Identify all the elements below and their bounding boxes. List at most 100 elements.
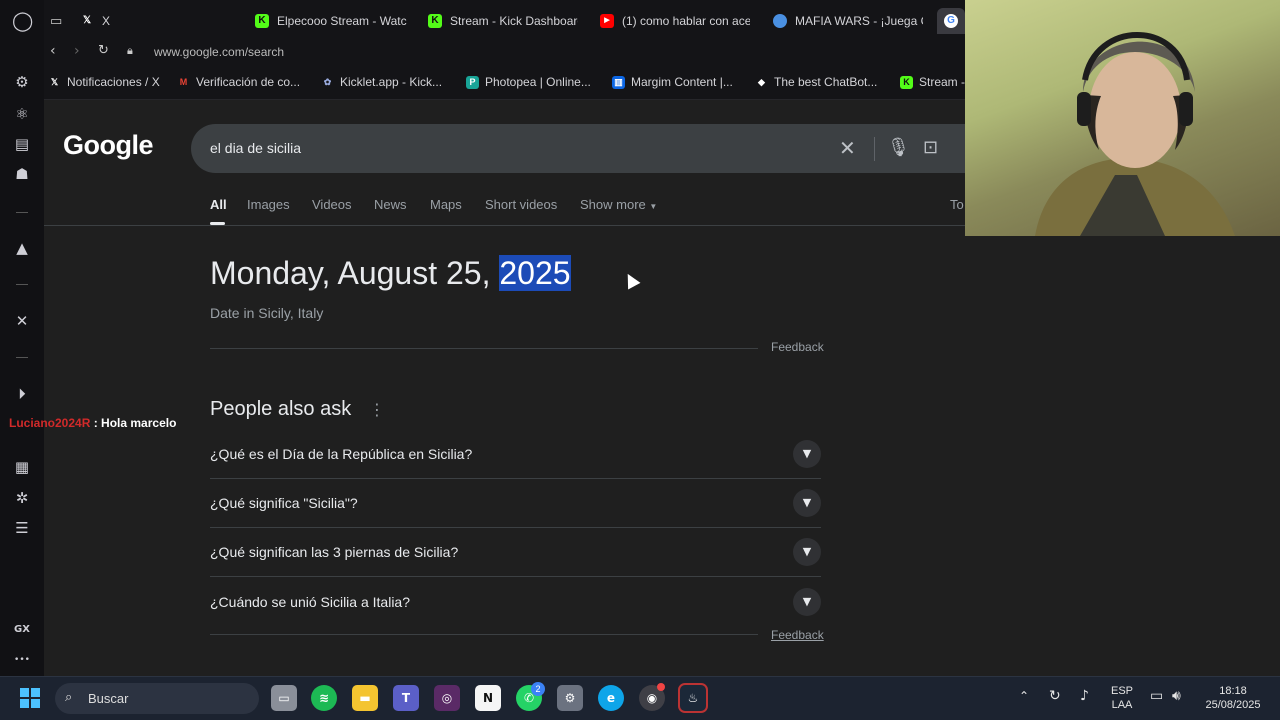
workspaces-icon: ▭ — [50, 13, 63, 29]
language-indicator[interactable]: ESP LAA — [1108, 684, 1136, 712]
paa-feedback-link[interactable]: Feedback — [771, 628, 824, 642]
taskbar-search-input[interactable]: Buscar — [88, 691, 128, 706]
tab-kick-dashboard[interactable]: K Stream - Kick Dashboard — [428, 8, 578, 34]
bookmark-chatbot[interactable]: ◆ The best ChatBot... — [755, 75, 877, 89]
date-answer: Monday, August 25, 2025 — [210, 255, 571, 292]
tab-x[interactable]: 𝕏 X — [80, 8, 120, 34]
bookmark-margim[interactable]: ▥ Margim Content |... — [612, 75, 733, 89]
opera-logo-icon[interactable]: ◯ — [12, 11, 33, 31]
url-field[interactable]: www.google.com/search — [154, 45, 284, 59]
speed-dial-icon[interactable]: ⚛ — [12, 104, 32, 124]
stream-chat-message: Luciano2024R : Hola marcelo — [9, 416, 176, 430]
google-logo[interactable]: Google — [63, 130, 154, 161]
forward-icon[interactable]: › — [74, 43, 80, 59]
twitch-icon[interactable]: ☗ — [12, 164, 32, 184]
tab-label: (1) como hablar con ace — [622, 14, 750, 28]
tab-label: X — [102, 14, 111, 28]
paa-question[interactable]: ¿Qué significan las 3 piernas de Sicilia… — [210, 528, 821, 577]
tab-videos[interactable]: Videos — [312, 197, 352, 212]
microphone-icon[interactable]: 🎙︎ — [887, 138, 910, 158]
volume-icon[interactable]: 🔊︎ — [1172, 688, 1181, 704]
tab-youtube[interactable]: ▶ (1) como hablar con ace — [600, 8, 750, 34]
camera-search-icon[interactable]: ⊡ — [923, 138, 938, 158]
tab-google[interactable]: G — [937, 8, 965, 34]
tab-short-videos[interactable]: Short videos — [485, 197, 557, 212]
paa-question[interactable]: ¿Qué es el Día de la República en Sicili… — [210, 430, 821, 479]
paa-divider — [210, 634, 758, 635]
file-explorer-icon[interactable]: ▬ — [352, 685, 378, 711]
tab-elpecooo-stream[interactable]: K Elpecooo Stream - Watc — [255, 8, 415, 34]
date-answer-subtitle: Date in Sicily, Italy — [210, 305, 324, 321]
tab-news[interactable]: News — [374, 197, 407, 212]
opera-gx-icon[interactable]: ◎ — [434, 685, 460, 711]
tab-mafia-wars[interactable]: MAFIA WARS - ¡Juega G — [773, 8, 923, 34]
google-icon: G — [944, 14, 958, 28]
mods-icon[interactable]: ✲ — [12, 488, 32, 508]
sidebar-more-icon[interactable]: ••• — [12, 650, 32, 670]
bookmark-kicklet[interactable]: ✿ Kicklet.app - Kick... — [321, 75, 442, 89]
sidebar-separator — [16, 357, 28, 358]
sidebar-separator — [16, 212, 28, 213]
taskbar-search[interactable]: ⌕ Buscar — [55, 683, 259, 714]
paa-question[interactable]: ¿Cuándo se unió Sicilia a Italia? ▼ — [210, 578, 821, 627]
answer-divider — [210, 348, 758, 349]
paa-question-text: ¿Qué significa "Sicilia"? — [210, 495, 358, 511]
notion-icon[interactable]: N — [475, 685, 501, 711]
search-divider — [874, 137, 875, 161]
bookmark-label: The best ChatBot... — [774, 75, 878, 89]
map-icon[interactable]: ▦ — [12, 457, 32, 477]
tab-tools[interactable]: To — [950, 197, 964, 212]
kick-sidebar-icon[interactable]: ▲ — [12, 238, 32, 258]
search-box[interactable]: el dia de sicilia ✕ 🎙︎ ⊡ — [191, 124, 981, 173]
spotify-icon[interactable]: ≋ — [311, 685, 337, 711]
kicklet-icon: ✿ — [323, 76, 332, 87]
microphone-tray-icon[interactable]: ♪ — [1080, 688, 1089, 704]
chevron-down-icon[interactable]: ▼ — [793, 588, 821, 616]
chevron-up-icon[interactable]: ⌃ — [1019, 689, 1029, 703]
clock[interactable]: 18:18 25/08/2025 — [1200, 684, 1266, 712]
bookmark-stream[interactable]: K Stream - — [900, 75, 965, 89]
settings-icon[interactable]: ⚙ — [557, 685, 583, 711]
bookmark-photopea[interactable]: P Photopea | Online... — [466, 75, 591, 89]
gx-label[interactable]: GX — [12, 620, 32, 640]
chevron-down-icon[interactable]: ▼ — [793, 440, 821, 468]
news-icon[interactable]: ▤ — [12, 134, 32, 154]
bookmark-label: Photopea | Online... — [485, 75, 591, 89]
search-input[interactable]: el dia de sicilia — [210, 140, 301, 156]
gx-control-icon[interactable]: ⚙ — [12, 72, 32, 92]
answer-feedback-link[interactable]: Feedback — [771, 340, 824, 354]
tab-bar: ▭ 𝕏 X K Elpecooo Stream - Watc K Stream … — [44, 0, 965, 40]
windows-taskbar: ⌕ Buscar ▭ ≋ ▬ T ◎ N ✆ 2 ⚙ e ◉ ♨ ⌃ ↻ ♪ E… — [0, 676, 1280, 720]
tab-show-more[interactable]: Show more ▼ — [580, 197, 657, 212]
chatbot-icon: ◆ — [758, 76, 765, 87]
reload-icon[interactable]: ↻ — [98, 43, 109, 58]
file-manager-icon[interactable]: ▭ — [271, 685, 297, 711]
clear-search-icon[interactable]: ✕ — [839, 138, 856, 158]
history-icon[interactable]: ☰ — [12, 518, 32, 538]
webcam-overlay — [965, 0, 1280, 236]
bookmark-notificaciones-x[interactable]: 𝕏 Notificaciones / X — [48, 75, 160, 89]
paa-question[interactable]: ¿Qué significa "Sicilia"? ▼ — [210, 479, 821, 528]
address-bar: ‹ › ↻ 🔒︎ www.google.com/search — [44, 40, 965, 66]
network-icon[interactable]: ▭ — [1150, 688, 1163, 704]
windows-start-icon[interactable] — [20, 688, 40, 708]
player-icon[interactable]: ⏵ — [12, 384, 32, 404]
teams-icon[interactable]: T — [393, 685, 419, 711]
bookmark-verificacion[interactable]: M Verificación de co... — [177, 75, 300, 89]
tab-workspaces[interactable]: ▭ — [50, 8, 62, 34]
edge-icon[interactable]: e — [598, 685, 624, 711]
tab-maps[interactable]: Maps — [430, 197, 462, 212]
sync-icon[interactable]: ↻ — [1049, 688, 1061, 704]
keyboard-layout: LAA — [1111, 699, 1133, 711]
more-options-icon[interactable]: ⋮ — [369, 400, 385, 419]
browser-sidebar: ◯ ⚙ ⚛ ▤ ☗ ▲ ✕ ⏵ ▦ ✲ ☰ GX ••• — [0, 0, 44, 676]
steam-icon[interactable]: ♨ — [678, 683, 708, 713]
tab-all[interactable]: All — [210, 197, 227, 212]
x-sidebar-icon[interactable]: ✕ — [12, 311, 32, 331]
chevron-down-icon[interactable]: ▼ — [793, 489, 821, 517]
tab-images[interactable]: Images — [247, 197, 290, 212]
back-icon[interactable]: ‹ — [50, 43, 56, 59]
mafia-wars-icon — [773, 14, 787, 28]
chevron-down-icon[interactable]: ▼ — [793, 538, 821, 566]
lock-icon[interactable]: 🔒︎ — [127, 44, 133, 58]
